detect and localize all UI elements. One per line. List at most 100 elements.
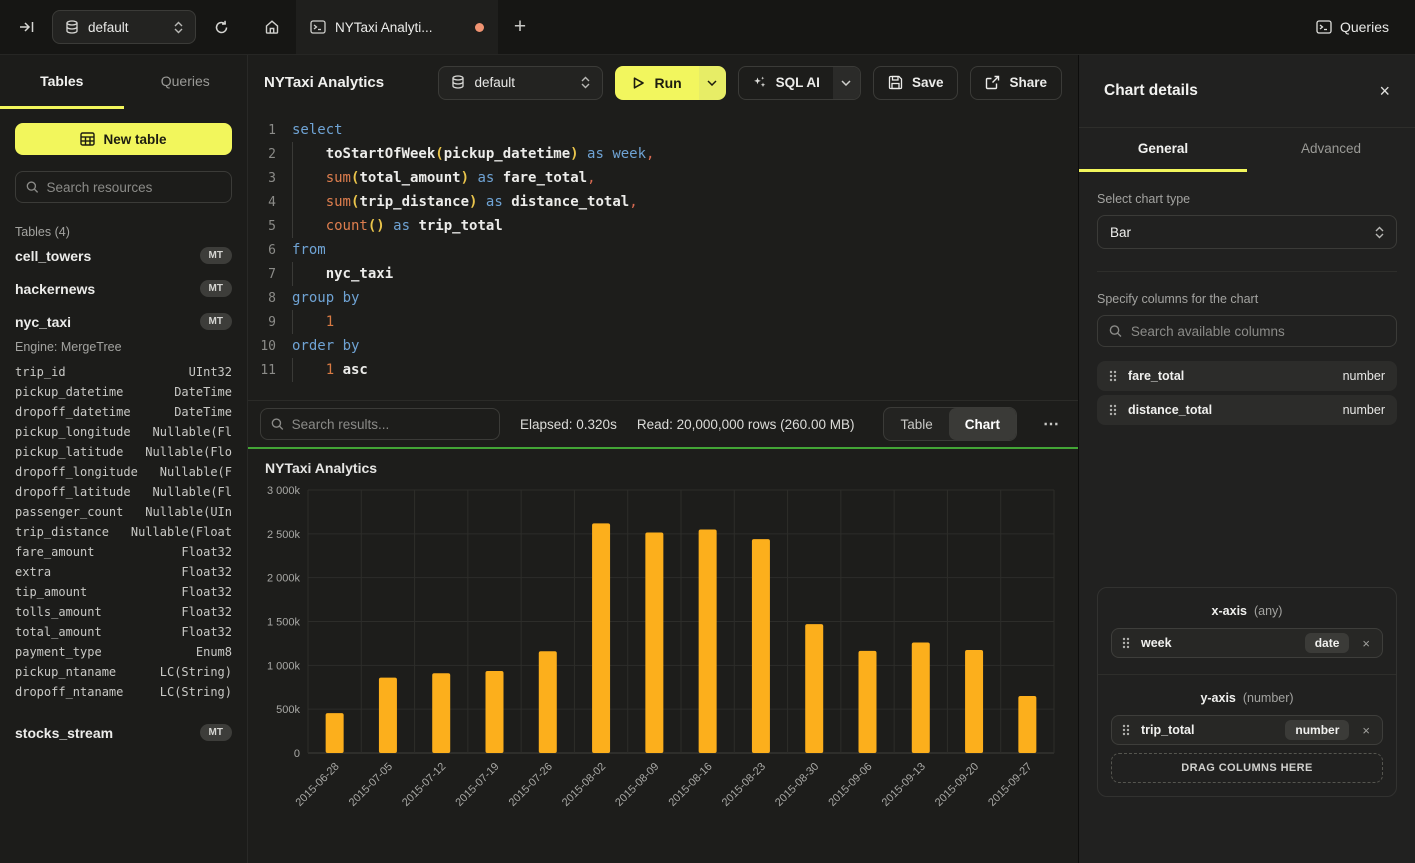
columns-search-input[interactable] xyxy=(1131,324,1385,339)
tab-general[interactable]: General xyxy=(1079,128,1247,172)
view-toggle-chart[interactable]: Chart xyxy=(949,408,1016,440)
drag-handle-icon[interactable] xyxy=(1122,724,1130,736)
columns-label: Specify columns for the chart xyxy=(1097,292,1397,306)
tab-nytaxi-analytics[interactable]: NYTaxi Analyti... xyxy=(296,0,498,54)
new-tab-button[interactable]: + xyxy=(498,0,542,54)
close-panel-button[interactable]: × xyxy=(1379,81,1390,102)
queries-menu-button[interactable]: Queries xyxy=(1290,0,1415,54)
line-number: 4 xyxy=(248,195,292,210)
chevron-updown-icon xyxy=(1375,226,1384,239)
share-label: Share xyxy=(1009,75,1047,90)
svg-text:2 500k: 2 500k xyxy=(267,529,301,541)
column-type: Enum8 xyxy=(196,645,232,659)
table-name: stocks_stream xyxy=(15,725,113,741)
column-row-payment_type[interactable]: payment_typeEnum8 xyxy=(15,642,232,662)
drag-handle-icon[interactable] xyxy=(1122,637,1130,649)
resources-search-input[interactable] xyxy=(47,180,221,195)
column-row-pickup_ntaname[interactable]: pickup_ntanameLC(String) xyxy=(15,662,232,682)
results-more-button[interactable]: ⋯ xyxy=(1037,414,1066,434)
table-row-nyc_taxi[interactable]: nyc_taxiMT xyxy=(15,305,232,338)
code-text: sum(total_amount) as fare_total, xyxy=(292,166,596,190)
column-row-pickup_longitude[interactable]: pickup_longitudeNullable(Fl xyxy=(15,422,232,442)
home-icon xyxy=(264,19,280,35)
sidebar-tab-queries[interactable]: Queries xyxy=(124,55,248,109)
toolbar-database-selector[interactable]: default xyxy=(438,66,603,100)
engine-badge: MT xyxy=(200,247,232,264)
drag-handle-icon[interactable] xyxy=(1109,370,1117,382)
sidebar-tab-tables[interactable]: Tables xyxy=(0,55,124,109)
line-number: 5 xyxy=(248,219,292,234)
table-row-cell_towers[interactable]: cell_towersMT xyxy=(15,239,232,272)
read-stat: Read: 20,000,000 rows (260.00 MB) xyxy=(637,417,855,432)
results-search-input[interactable] xyxy=(292,417,489,432)
column-row-trip_distance[interactable]: trip_distanceNullable(Float xyxy=(15,522,232,542)
column-row-dropoff_ntaname[interactable]: dropoff_ntanameLC(String) xyxy=(15,682,232,702)
drag-handle-icon[interactable] xyxy=(1109,404,1117,416)
column-row-passenger_count[interactable]: passenger_countNullable(UIn xyxy=(15,502,232,522)
run-button[interactable]: Run xyxy=(615,66,698,100)
chart-type-select[interactable]: Bar xyxy=(1097,215,1397,249)
remove-y-axis-column-button[interactable]: × xyxy=(1360,723,1372,738)
available-column-type: number xyxy=(1343,403,1385,417)
x-axis-label: x-axis xyxy=(1212,604,1247,618)
new-table-button[interactable]: New table xyxy=(15,123,232,155)
svg-text:2015-09-13: 2015-09-13 xyxy=(880,761,928,809)
chevron-down-icon xyxy=(707,80,717,86)
database-selector[interactable]: default xyxy=(52,10,196,44)
sql-ai-button[interactable]: SQL AI xyxy=(739,67,833,99)
elapsed-stat: Elapsed: 0.320s xyxy=(520,417,617,432)
column-row-trip_id[interactable]: trip_idUInt32 xyxy=(15,362,232,382)
table-row-stocks_stream[interactable]: stocks_stream MT xyxy=(15,716,232,749)
column-type: Float32 xyxy=(181,545,232,559)
drag-columns-drop-zone[interactable]: DRAG COLUMNS HERE xyxy=(1111,753,1383,783)
svg-text:2015-07-26: 2015-07-26 xyxy=(507,761,555,809)
chart-details-title: Chart details xyxy=(1104,82,1198,100)
column-row-pickup_datetime[interactable]: pickup_datetimeDateTime xyxy=(15,382,232,402)
column-row-fare_amount[interactable]: fare_amountFloat32 xyxy=(15,542,232,562)
column-row-pickup_latitude[interactable]: pickup_latitudeNullable(Flo xyxy=(15,442,232,462)
svg-text:2015-07-19: 2015-07-19 xyxy=(453,761,501,809)
sql-ai-options-button[interactable] xyxy=(833,67,860,99)
available-column-type: number xyxy=(1343,369,1385,383)
engine-badge: MT xyxy=(200,724,232,741)
column-row-extra[interactable]: extraFloat32 xyxy=(15,562,232,582)
x-axis-hint: (any) xyxy=(1254,604,1282,618)
sql-editor[interactable]: 1select2toStartOfWeek(pickup_datetime) a… xyxy=(248,110,1078,400)
column-row-tolls_amount[interactable]: tolls_amountFloat32 xyxy=(15,602,232,622)
column-type: Float32 xyxy=(181,625,232,639)
available-column-name: fare_total xyxy=(1128,369,1184,383)
y-axis-column-chip[interactable]: trip_total number × xyxy=(1111,715,1383,745)
query-tab-strip: NYTaxi Analyti... + xyxy=(248,0,1290,54)
code-line-10: 10order by xyxy=(248,334,1078,358)
results-search[interactable] xyxy=(260,408,500,440)
column-row-tip_amount[interactable]: tip_amountFloat32 xyxy=(15,582,232,602)
engine-badge: MT xyxy=(200,280,232,297)
home-tab-button[interactable] xyxy=(248,0,296,54)
columns-search[interactable] xyxy=(1097,315,1397,347)
refresh-button[interactable] xyxy=(208,14,234,40)
save-button[interactable]: Save xyxy=(873,66,959,100)
column-type: LC(String) xyxy=(160,665,232,679)
column-name: extra xyxy=(15,565,51,579)
share-button[interactable]: Share xyxy=(970,66,1062,100)
collapse-sidebar-button[interactable] xyxy=(14,14,40,40)
run-options-button[interactable] xyxy=(699,66,726,100)
column-row-dropoff_longitude[interactable]: dropoff_longitudeNullable(F xyxy=(15,462,232,482)
available-column-chip-distance_total[interactable]: distance_totalnumber xyxy=(1097,395,1397,425)
x-axis-column-name: week xyxy=(1141,636,1172,650)
column-row-total_amount[interactable]: total_amountFloat32 xyxy=(15,622,232,642)
resources-search[interactable] xyxy=(15,171,232,203)
tab-advanced[interactable]: Advanced xyxy=(1247,128,1415,172)
remove-x-axis-column-button[interactable]: × xyxy=(1360,636,1372,651)
table-row-hackernews[interactable]: hackernewsMT xyxy=(15,272,232,305)
chart-details-content: Select chart type Bar Specify columns fo… xyxy=(1079,172,1415,863)
available-column-chip-fare_total[interactable]: fare_total number xyxy=(1097,361,1397,391)
column-row-dropoff_latitude[interactable]: dropoff_latitudeNullable(Fl xyxy=(15,482,232,502)
sql-ai-button-group: SQL AI xyxy=(738,66,861,100)
share-icon xyxy=(985,75,1000,90)
x-axis-column-chip[interactable]: week date × xyxy=(1111,628,1383,658)
view-toggle-table[interactable]: Table xyxy=(884,408,948,440)
column-name: tolls_amount xyxy=(15,605,102,619)
svg-text:2015-06-28: 2015-06-28 xyxy=(293,761,341,809)
column-row-dropoff_datetime[interactable]: dropoff_datetimeDateTime xyxy=(15,402,232,422)
